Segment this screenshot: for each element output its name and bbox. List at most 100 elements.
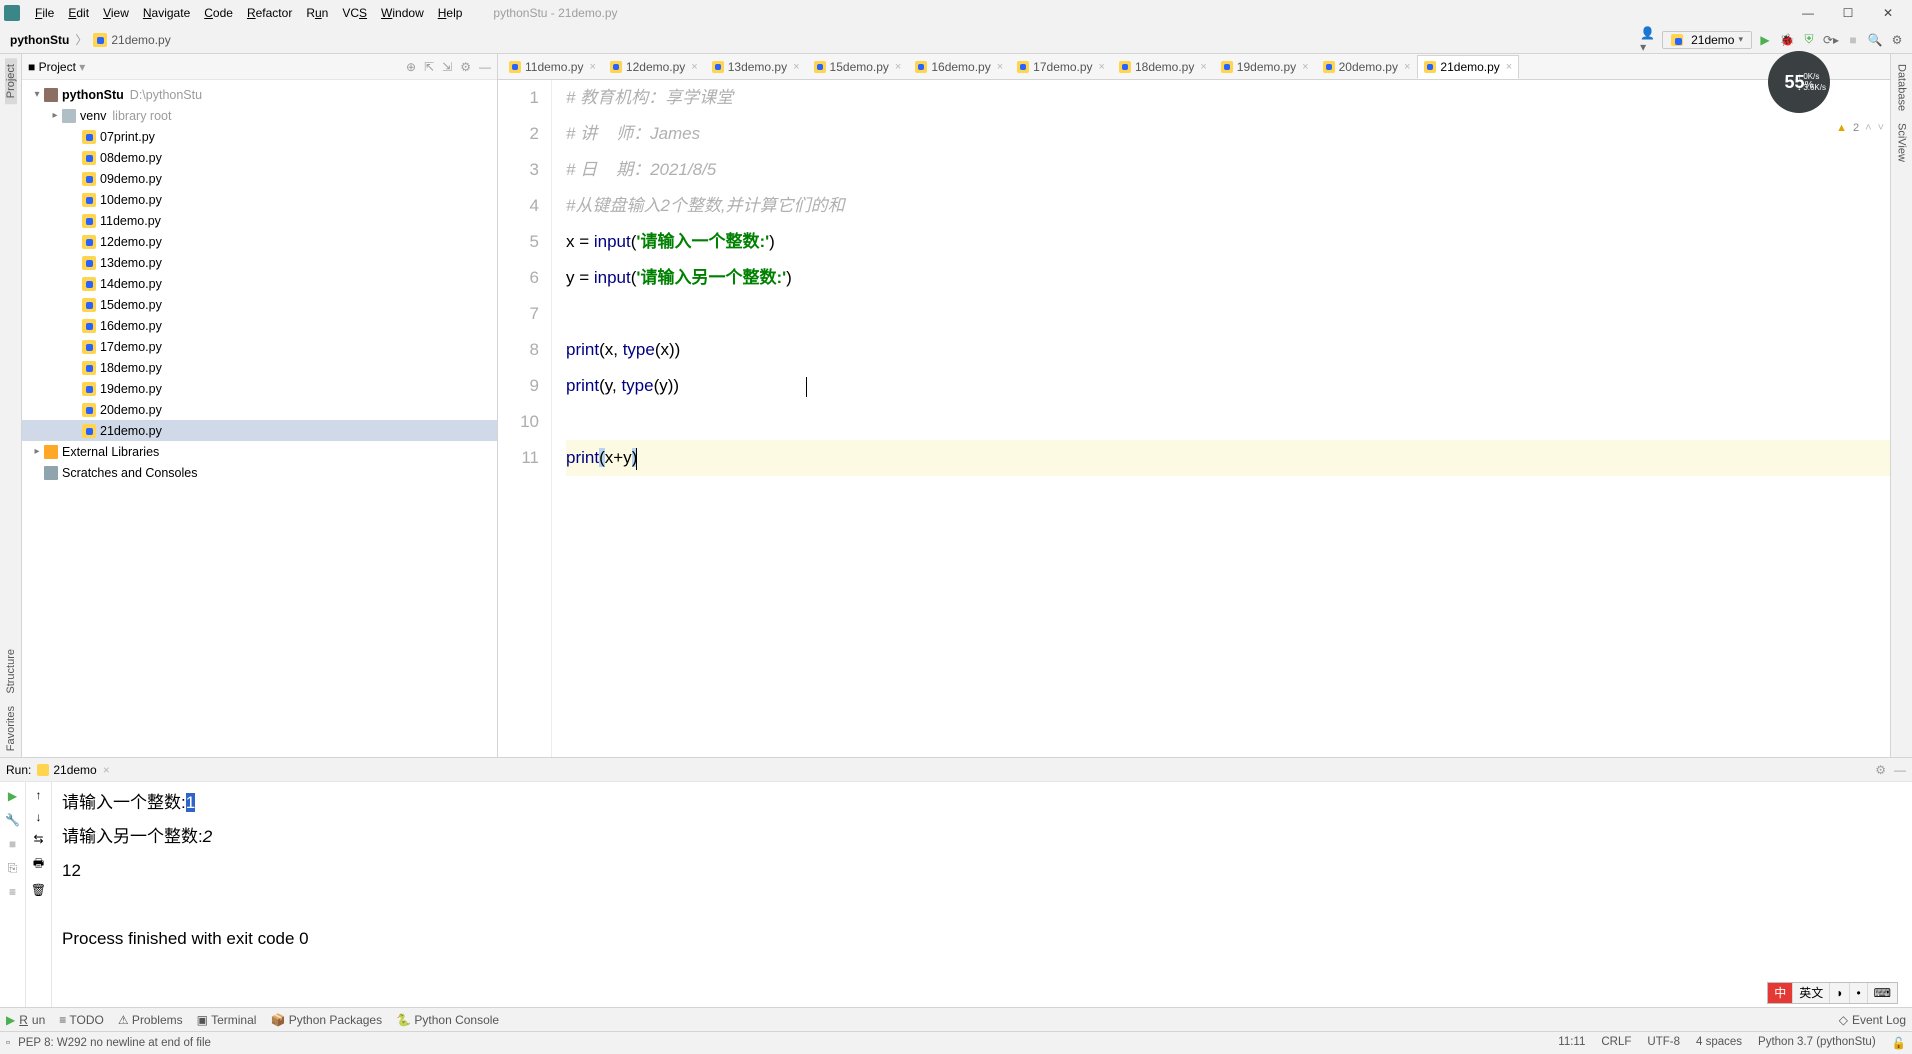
line-number[interactable]: 2 [498,116,539,152]
ime-keyboard-icon[interactable]: ⌨ [1868,983,1897,1003]
line-number[interactable]: 9 [498,368,539,404]
tab-python-console[interactable]: 🐍 Python Console [396,1013,499,1027]
window-close-icon[interactable]: ✕ [1868,0,1908,26]
menu-refactor[interactable]: Refactor [240,0,299,26]
run-button-icon[interactable]: ▶ [1756,31,1774,49]
editor-tab[interactable]: 11demo.py× [502,55,603,79]
code-line[interactable]: print(x+y) [566,440,1890,476]
down-icon[interactable]: ˅ [1878,110,1884,146]
breadcrumb-project[interactable]: pythonStu [6,33,73,47]
editor-tab[interactable]: 21demo.py× [1417,55,1519,79]
code-line[interactable]: print(y, type(y)) [566,368,1890,404]
line-number[interactable]: 6 [498,260,539,296]
file-encoding[interactable]: UTF-8 [1647,1036,1680,1050]
ime-half-icon[interactable]: ◗ [1830,983,1850,1003]
hide-icon[interactable]: — [1894,763,1906,777]
menu-help[interactable]: Help [431,0,470,26]
coverage-button-icon[interactable]: ⛨ [1800,31,1818,49]
wrap-icon[interactable]: ⇆ [33,832,43,846]
modify-icon[interactable]: 🔧 [5,812,21,828]
close-icon[interactable]: × [793,61,799,73]
tab-python-packages[interactable]: 📦 Python Packages [270,1013,382,1027]
up-icon[interactable]: ↑ [36,788,42,802]
tree-file[interactable]: 13demo.py [22,252,497,273]
tree-file[interactable]: 12demo.py [22,231,497,252]
stop-icon[interactable]: ■ [5,836,21,852]
tree-external-libs[interactable]: ▸ External Libraries [22,441,497,462]
expand-icon[interactable]: ⇱ [424,60,434,74]
tree-file[interactable]: 17demo.py [22,336,497,357]
close-icon[interactable]: × [691,61,697,73]
editor-tab[interactable]: 17demo.py× [1010,55,1112,79]
dump-icon[interactable]: ⎘ [5,860,21,876]
tree-file[interactable]: 11demo.py [22,210,497,231]
profile-button-icon[interactable]: ⟳▸ [1822,31,1840,49]
tree-file[interactable]: 21demo.py [22,420,497,441]
menu-window[interactable]: Window [374,0,431,26]
chevron-right-icon[interactable]: ▸ [48,110,62,121]
tab-terminal[interactable]: ▣ Terminal [197,1013,257,1027]
gear-icon[interactable]: ⚙ [460,60,471,74]
tree-file[interactable]: 19demo.py [22,378,497,399]
toolwindow-sciview-tab[interactable]: SciView [1896,117,1908,168]
window-minimize-icon[interactable]: — [1788,0,1828,26]
code-line[interactable]: # 日 期：2021/8/5 [566,152,1890,188]
settings-icon[interactable]: ⚙ [1888,31,1906,49]
line-number[interactable]: 5 [498,224,539,260]
code-line[interactable]: print(x, type(x)) [566,332,1890,368]
down-icon[interactable]: ↓ [36,810,42,824]
close-icon[interactable]: × [895,61,901,73]
search-icon[interactable]: 🔍 [1866,31,1884,49]
editor-tab[interactable]: 20demo.py× [1316,55,1418,79]
ime-bar[interactable]: 中 英文 ◗ • ⌨ [1767,982,1898,1004]
ime-punct-icon[interactable]: • [1850,983,1867,1003]
editor-tab[interactable]: 16demo.py× [908,55,1010,79]
editor-tab[interactable]: 19demo.py× [1214,55,1316,79]
tree-file[interactable]: 15demo.py [22,294,497,315]
chevron-down-icon[interactable]: ▾ [30,89,44,100]
tree-file[interactable]: 08demo.py [22,147,497,168]
line-number[interactable]: 11 [498,440,539,476]
toolwindow-project-tab[interactable]: Project [5,58,17,104]
add-user-icon[interactable]: 👤▾ [1640,31,1658,49]
tree-file[interactable]: 14demo.py [22,273,497,294]
menu-view[interactable]: View [96,0,136,26]
close-icon[interactable]: × [589,61,595,73]
tree-file[interactable]: 09demo.py [22,168,497,189]
up-icon[interactable]: ˄ [1865,110,1871,146]
menu-vcs[interactable]: VCS [335,0,374,26]
filter-icon[interactable]: ≡ [5,884,21,900]
menu-code[interactable]: Code [197,0,240,26]
tree-file[interactable]: 16demo.py [22,315,497,336]
close-icon[interactable]: × [1506,61,1512,73]
menu-file[interactable]: File [28,0,61,26]
tree-venv[interactable]: ▸ venv library root [22,105,497,126]
code-area[interactable]: # 教育机构：享学课堂# 讲 师：James# 日 期：2021/8/5#从键盘… [552,80,1890,757]
menu-edit[interactable]: Edit [61,0,96,26]
indent-info[interactable]: 4 spaces [1696,1036,1742,1050]
ime-mode-icon[interactable]: 中 [1768,983,1793,1003]
line-number[interactable]: 7 [498,296,539,332]
python-interpreter[interactable]: Python 3.7 (pythonStu) [1758,1036,1876,1050]
collapse-icon[interactable]: ⇲ [442,60,452,74]
line-number[interactable]: 1 [498,80,539,116]
network-meter-widget[interactable]: 55% ↑ 0K/s ↓ 3.6K/s [1768,51,1830,113]
event-log[interactable]: ◇ Event Log [1839,1013,1906,1027]
window-maximize-icon[interactable]: ☐ [1828,0,1868,26]
code-line[interactable] [566,296,1890,332]
console-output[interactable]: 请输入一个整数:1请输入另一个整数:212 Process finished w… [52,782,1912,1007]
close-icon[interactable]: × [1200,61,1206,73]
tree-root[interactable]: ▾ pythonStu D:\pythonStu [22,84,497,105]
close-icon[interactable]: × [1302,61,1308,73]
debug-button-icon[interactable]: 🐞 [1778,31,1796,49]
code-line[interactable]: # 教育机构：享学课堂 [566,80,1890,116]
tree-file[interactable]: 10demo.py [22,189,497,210]
menu-run[interactable]: Run [299,0,335,26]
line-separator[interactable]: CRLF [1601,1036,1631,1050]
tree-file[interactable]: 07print.py [22,126,497,147]
run-config-selector[interactable]: 21demo ▾ [1662,31,1752,49]
inspection-widget[interactable]: ▲ 2 ˄ ˅ [1836,110,1884,146]
close-icon[interactable]: × [103,763,110,777]
trash-icon[interactable]: 🗑 [31,883,46,897]
close-icon[interactable]: × [1099,61,1105,73]
